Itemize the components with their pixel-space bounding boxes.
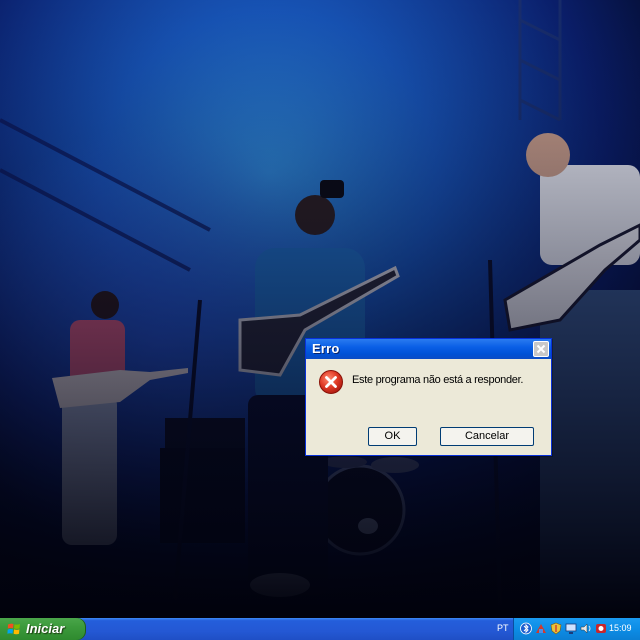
close-icon — [536, 344, 546, 354]
start-button[interactable]: Iniciar — [0, 618, 86, 640]
bluetooth-icon[interactable] — [520, 622, 532, 635]
error-icon — [319, 370, 343, 394]
taskbar: Iniciar PT 15:09 — [0, 618, 640, 640]
start-label: Iniciar — [26, 621, 65, 636]
display-icon[interactable] — [565, 622, 577, 635]
cancel-button[interactable]: Cancelar — [440, 427, 534, 446]
network-icon[interactable] — [535, 622, 547, 635]
dialog-title: Erro — [312, 341, 340, 356]
windows-logo-icon — [7, 623, 20, 635]
error-message: Este programa não está a responder. — [352, 374, 524, 386]
ok-button[interactable]: OK — [368, 427, 417, 446]
security-shield-icon[interactable] — [550, 622, 562, 635]
dialog-titlebar[interactable]: Erro — [306, 339, 551, 359]
error-dialog: Erro Este programa não está a responder.… — [305, 338, 552, 456]
language-indicator[interactable]: PT — [497, 623, 509, 633]
antivirus-icon[interactable] — [595, 622, 607, 635]
background-photo — [0, 0, 640, 618]
close-button[interactable] — [533, 341, 549, 357]
clock[interactable]: 15:09 — [609, 623, 632, 633]
volume-icon[interactable] — [580, 622, 592, 635]
